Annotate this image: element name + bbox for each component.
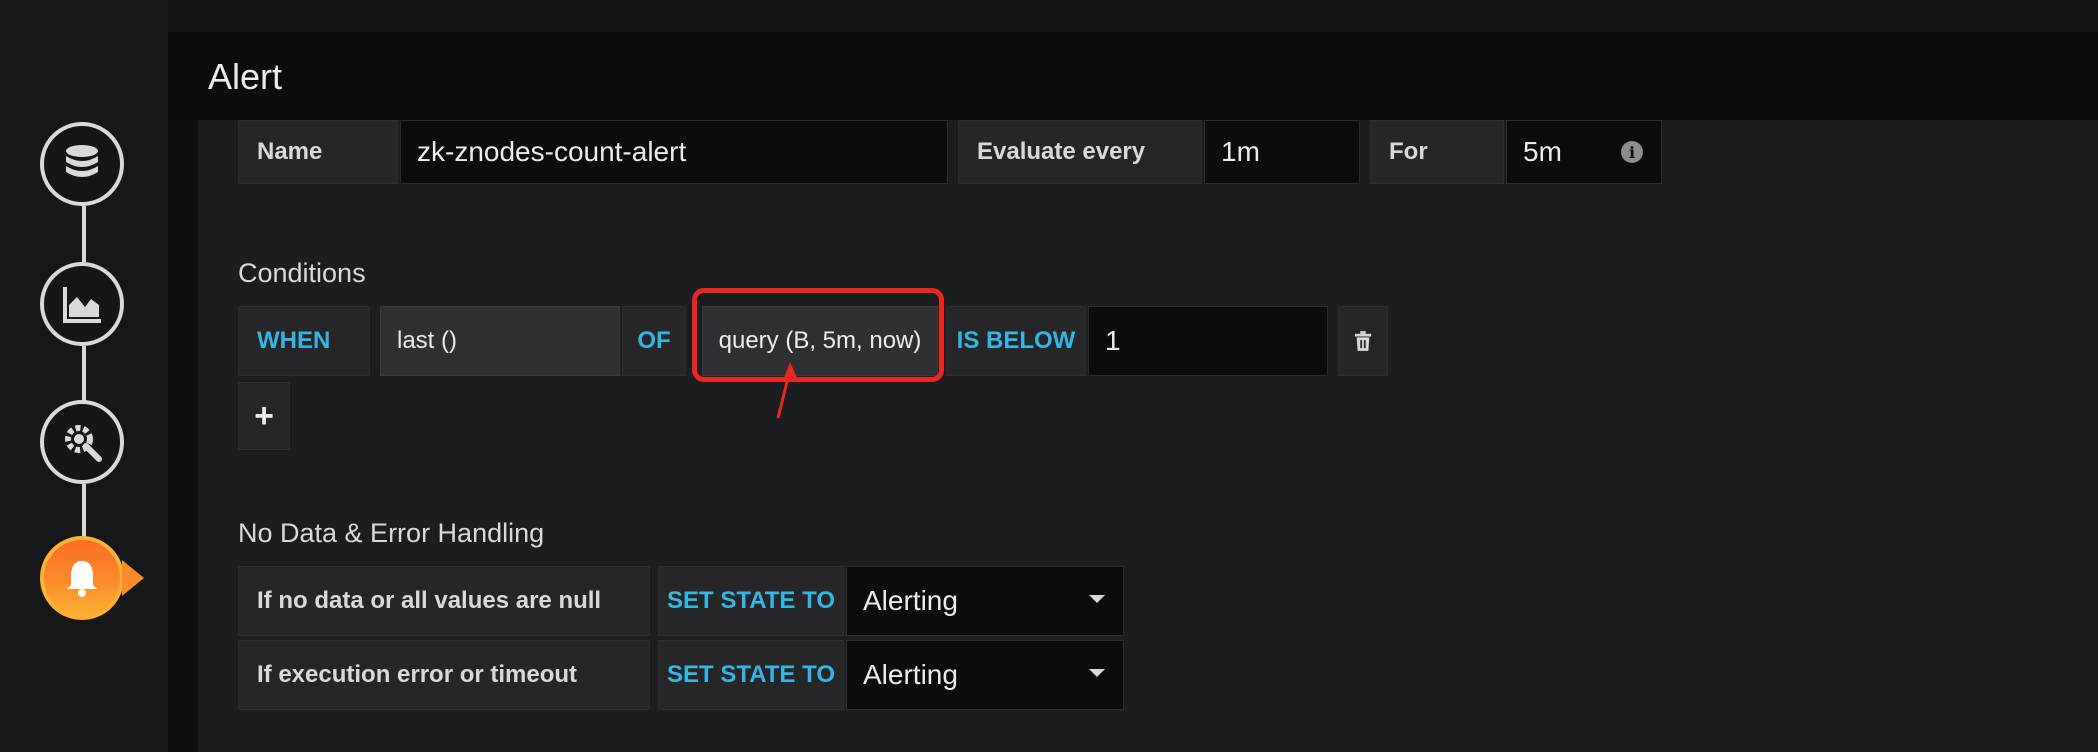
step-general[interactable]: [40, 400, 124, 484]
evaluator-selector[interactable]: IS BELOW: [946, 306, 1086, 376]
delete-condition-button[interactable]: [1338, 306, 1388, 376]
step-visualization[interactable]: [40, 262, 124, 346]
name-input[interactable]: zk-znodes-count-alert: [400, 120, 948, 184]
caret-down-icon: [1089, 595, 1105, 603]
top-strip: [0, 0, 2098, 34]
evaluate-every-label: Evaluate every: [958, 120, 1202, 184]
name-label: Name: [238, 120, 398, 184]
bell-icon: [67, 561, 97, 597]
no-data-state-value: Alerting: [863, 585, 958, 616]
database-icon: [66, 145, 98, 177]
trash-icon: [1354, 331, 1372, 351]
execution-error-state-value: Alerting: [863, 659, 958, 690]
highlight-box: [692, 288, 944, 382]
for-value: 5m: [1523, 136, 1562, 167]
gear-wrench-icon: [65, 425, 102, 462]
area-chart-icon: [63, 287, 101, 323]
for-input[interactable]: 5m i: [1506, 120, 1662, 184]
panel-title: Alert: [208, 56, 283, 97]
no-data-state-select[interactable]: Alerting: [846, 566, 1124, 636]
reducer-selector[interactable]: last (): [380, 306, 620, 376]
execution-error-label: If execution error or timeout: [238, 640, 650, 710]
info-icon[interactable]: i: [1621, 141, 1643, 163]
when-keyword: WHEN: [238, 306, 370, 376]
add-condition-button[interactable]: +: [238, 382, 290, 450]
set-state-keyword: SET STATE TO: [658, 566, 844, 636]
evaluate-every-input[interactable]: 1m: [1204, 120, 1360, 184]
conditions-title: Conditions: [238, 258, 366, 288]
set-state-keyword: SET STATE TO: [658, 640, 844, 710]
step-connector: [82, 484, 86, 540]
panel-edge: [168, 32, 198, 752]
step-queries[interactable]: [40, 122, 124, 206]
no-data-title: No Data & Error Handling: [238, 518, 545, 548]
execution-error-state-select[interactable]: Alerting: [846, 640, 1124, 710]
annotation-arrow-icon: [776, 362, 798, 419]
threshold-input[interactable]: 1: [1088, 306, 1328, 376]
caret-down-icon: [1089, 669, 1105, 677]
of-keyword: OF: [622, 306, 686, 376]
step-connector: [82, 346, 86, 402]
for-label: For: [1370, 120, 1504, 184]
step-alert[interactable]: [40, 536, 124, 620]
active-step-pointer: [122, 560, 144, 596]
panel-header: [168, 32, 2098, 120]
step-connector: [82, 206, 86, 262]
no-data-label: If no data or all values are null: [238, 566, 650, 636]
